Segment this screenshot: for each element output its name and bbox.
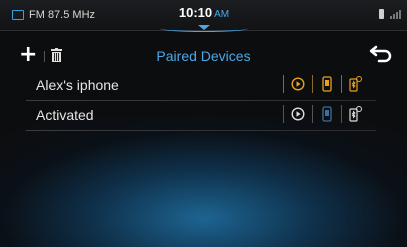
device-row[interactable]: Activated — [26, 101, 376, 131]
bluetooth-settings-icon — [349, 106, 362, 122]
background-glow — [0, 117, 407, 247]
device-name: Activated — [36, 107, 94, 123]
signal-icon — [390, 10, 401, 19]
device-actions — [277, 75, 364, 93]
clock-ampm: AM — [214, 9, 230, 20]
phone-button[interactable] — [319, 105, 335, 123]
device-list: Alex's iphone Activated — [26, 71, 376, 131]
device-name: Alex's iphone — [36, 77, 119, 93]
device-row[interactable]: Alex's iphone — [26, 71, 376, 101]
media-button[interactable] — [290, 75, 306, 93]
bluetooth-settings-icon — [349, 76, 362, 92]
battery-icon — [379, 9, 384, 19]
action-divider — [341, 105, 342, 123]
back-icon — [369, 45, 392, 63]
clock-notch-icon[interactable] — [198, 25, 210, 30]
action-divider — [312, 75, 313, 93]
radio-icon — [12, 10, 24, 20]
phone-icon — [322, 106, 332, 122]
back-button[interactable] — [369, 45, 393, 67]
phone-icon — [322, 76, 332, 92]
action-divider — [341, 75, 342, 93]
status-bar: FM 87.5 MHz 10:10 AM — [0, 0, 407, 32]
page-title: Paired Devices — [156, 48, 251, 64]
radio-frequency: FM 87.5 MHz — [29, 9, 96, 21]
media-button[interactable] — [290, 105, 306, 123]
clock: 10:10 AM — [151, 5, 257, 27]
row-divider — [26, 130, 376, 131]
bluetooth-settings-button[interactable] — [348, 105, 364, 123]
device-actions — [277, 105, 364, 123]
bluetooth-settings-button[interactable] — [348, 75, 364, 93]
media-icon — [291, 77, 305, 91]
phone-button[interactable] — [319, 75, 335, 93]
toolbar: + Paired Devices — [0, 40, 407, 74]
clock-time: 10:10 — [178, 5, 213, 20]
media-icon — [291, 107, 305, 121]
status-icons — [379, 9, 401, 19]
radio-indicator[interactable]: FM 87.5 MHz — [12, 9, 95, 21]
action-divider — [283, 105, 284, 123]
action-divider — [312, 105, 313, 123]
action-divider — [283, 75, 284, 93]
